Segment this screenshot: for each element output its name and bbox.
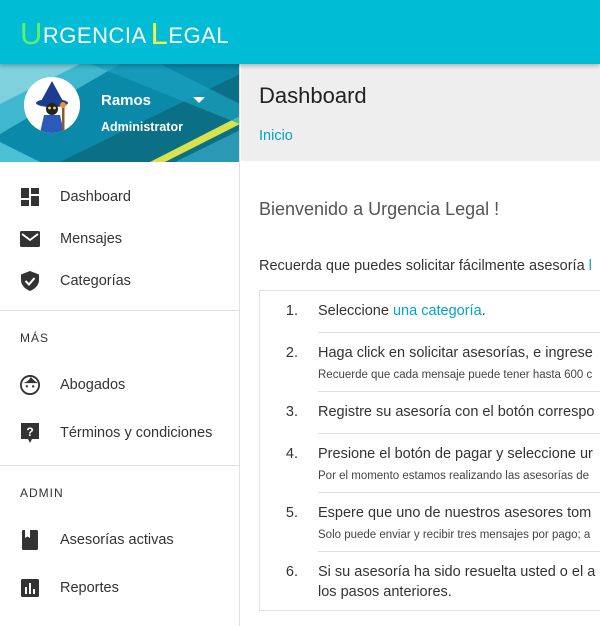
step-text: Seleccione una categoría. xyxy=(318,303,600,319)
user-name: Ramos xyxy=(101,92,152,109)
list-item: 4. Presione el botón de pagar y seleccio… xyxy=(260,434,600,493)
step-note: Recuerde que cada mensaje puede tener ha… xyxy=(318,369,593,381)
app-logo[interactable]: U RGENCIA L EGAL xyxy=(20,14,233,50)
logo-word-rgencia: RGENCIA xyxy=(42,23,147,48)
step-text: Haga click en solicitar asesorías, e ing… xyxy=(318,345,593,361)
sidebar-item-label: Categorías xyxy=(60,273,131,289)
welcome-heading: Bienvenido a Urgencia Legal ! xyxy=(259,199,500,219)
book-icon xyxy=(20,530,40,550)
more-menu: Abogados ? Términos y condiciones xyxy=(0,361,239,457)
list-item: 1. Seleccione una categoría. xyxy=(260,291,600,333)
category-link[interactable]: una categoría xyxy=(393,303,482,319)
step-note: Por el momento estamos realizando las as… xyxy=(318,470,590,482)
sidebar: Ramos Administrator Dashboard Mensajes C… xyxy=(0,64,240,626)
intro-text-body: Recuerda que puedes solicitar fácilmente… xyxy=(259,258,589,274)
mail-icon xyxy=(20,229,40,249)
step-text-body: Seleccione xyxy=(318,303,393,319)
sidebar-item-terminos[interactable]: ? Términos y condiciones xyxy=(0,409,239,457)
step-text: Presione el botón de pagar y seleccione … xyxy=(318,446,593,462)
step-number: 4. xyxy=(285,446,298,462)
step-number: 2. xyxy=(285,345,298,361)
step-text: Si su asesoría ha sido resuelta usted o … xyxy=(318,564,596,580)
sidebar-item-label: Mensajes xyxy=(60,231,123,247)
main-menu: Dashboard Mensajes Categorías xyxy=(0,162,239,302)
shield-check-icon xyxy=(20,271,40,291)
wizard-avatar-icon xyxy=(24,77,80,133)
step-text-continued: los pasos anteriores. xyxy=(318,584,452,600)
svg-text:?: ? xyxy=(26,425,33,439)
step-number: 6. xyxy=(285,564,298,580)
steps-list: 1. Seleccione una categoría. 2. Haga cli… xyxy=(259,290,600,611)
step-text: Espere que uno de nuestros asesores tom xyxy=(318,505,592,521)
step-number: 5. xyxy=(285,505,298,521)
list-item: 6. Si su asesoría ha sido resuelta usted… xyxy=(260,552,600,610)
main-content: Dashboard Inicio Bienvenido a Urgencia L… xyxy=(241,64,600,626)
section-title-admin: ADMIN xyxy=(20,486,64,500)
sidebar-item-reportes[interactable]: Reportes xyxy=(0,564,239,612)
step-number: 1. xyxy=(285,303,298,319)
sidebar-item-label: Reportes xyxy=(60,580,119,596)
user-role: Administrator xyxy=(101,120,183,134)
sidebar-item-mensajes[interactable]: Mensajes xyxy=(0,218,239,260)
sidebar-item-asesorias-activas[interactable]: Asesorías activas xyxy=(0,516,239,564)
step-number: 3. xyxy=(285,404,298,420)
page-header: Dashboard Inicio xyxy=(241,64,600,161)
sidebar-item-dashboard[interactable]: Dashboard xyxy=(0,176,239,218)
step-text-suffix: . xyxy=(481,303,486,319)
breadcrumb-inicio-link[interactable]: Inicio xyxy=(259,128,293,144)
step-text: Registre su asesoría con el botón corres… xyxy=(318,404,595,420)
dashboard-content: Bienvenido a Urgencia Legal ! Recuerda q… xyxy=(241,199,600,611)
user-menu-chevron-down-icon[interactable] xyxy=(193,97,205,103)
list-item: 2. Haga click en solicitar asesorías, e … xyxy=(260,333,600,392)
page-title: Dashboard xyxy=(259,83,367,108)
sidebar-item-label: Términos y condiciones xyxy=(60,425,213,441)
help-icon: ? xyxy=(20,423,40,443)
sidebar-item-abogados[interactable]: Abogados xyxy=(0,361,239,409)
logo-initial-u: U xyxy=(20,16,43,51)
intro-text: Recuerda que puedes solicitar fácilmente… xyxy=(259,258,600,274)
admin-menu: Asesorías activas Reportes xyxy=(0,516,239,612)
logo-initial-l: L xyxy=(150,16,169,51)
step-note: Solo puede enviar y recibir tres mensaje… xyxy=(318,529,591,541)
dashboard-icon xyxy=(20,187,40,207)
sidebar-item-categorias[interactable]: Categorías xyxy=(0,260,239,302)
face-icon xyxy=(20,375,40,395)
intro-link[interactable]: l xyxy=(589,258,592,274)
bar-chart-icon xyxy=(20,578,40,598)
list-item: 5. Espere que uno de nuestros asesores t… xyxy=(260,493,600,552)
avatar[interactable] xyxy=(24,77,80,133)
sidebar-item-label: Asesorías activas xyxy=(60,532,174,548)
user-profile-panel: Ramos Administrator xyxy=(0,64,239,162)
list-item: 3. Registre su asesoría con el botón cor… xyxy=(260,392,600,434)
logo-word-egal: EGAL xyxy=(168,23,230,48)
sidebar-item-label: Abogados xyxy=(60,377,126,393)
section-title-mas: MÁS xyxy=(20,331,50,345)
top-app-bar: U RGENCIA L EGAL xyxy=(0,0,600,64)
sidebar-item-label: Dashboard xyxy=(60,189,131,205)
